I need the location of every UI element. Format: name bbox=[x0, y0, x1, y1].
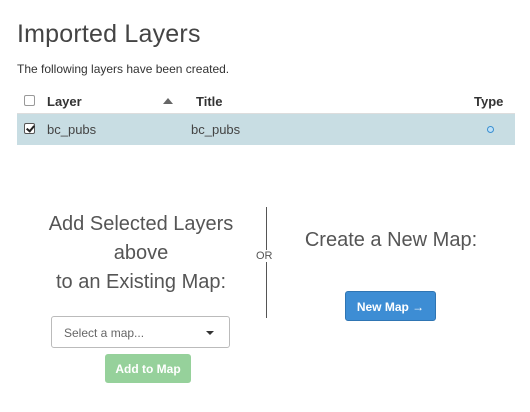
page-title: Imported Layers bbox=[17, 20, 201, 48]
select-all-checkbox[interactable] bbox=[24, 95, 35, 106]
sort-ascending-icon[interactable] bbox=[163, 98, 173, 104]
table-header: Layer Title Type bbox=[17, 89, 515, 114]
row-layer-title: bc_pubs bbox=[191, 122, 241, 137]
add-existing-heading: Add Selected Layers above to an Existing… bbox=[34, 210, 248, 297]
create-new-map-heading: Create a New Map: bbox=[304, 229, 478, 251]
or-label: OR bbox=[254, 250, 275, 262]
column-header-type[interactable]: Type bbox=[474, 94, 503, 109]
add-to-map-button[interactable]: Add to Map bbox=[105, 354, 191, 383]
page-subtitle: The following layers have been created. bbox=[17, 62, 230, 76]
row-checkbox[interactable] bbox=[24, 123, 35, 134]
map-select[interactable]: Select a map... bbox=[51, 316, 230, 348]
column-header-layer[interactable]: Layer bbox=[47, 94, 82, 109]
section-divider bbox=[266, 207, 267, 318]
add-heading-line1: Add Selected Layers bbox=[48, 213, 234, 235]
add-heading-line3: to an Existing Map: bbox=[55, 271, 227, 293]
vector-dot-icon bbox=[487, 126, 494, 133]
table-row[interactable]: bc_pubs bc_pubs bbox=[17, 114, 515, 145]
map-select-placeholder: Select a map... bbox=[64, 326, 145, 340]
column-header-title[interactable]: Title bbox=[196, 94, 223, 109]
add-heading-line2: above bbox=[113, 242, 169, 264]
row-layer-name: bc_pubs bbox=[47, 122, 97, 137]
chevron-down-icon bbox=[206, 331, 214, 335]
layers-table: Layer Title Type bc_pubs bc_pubs bbox=[17, 89, 515, 145]
new-map-button[interactable]: New Map → bbox=[345, 291, 436, 321]
